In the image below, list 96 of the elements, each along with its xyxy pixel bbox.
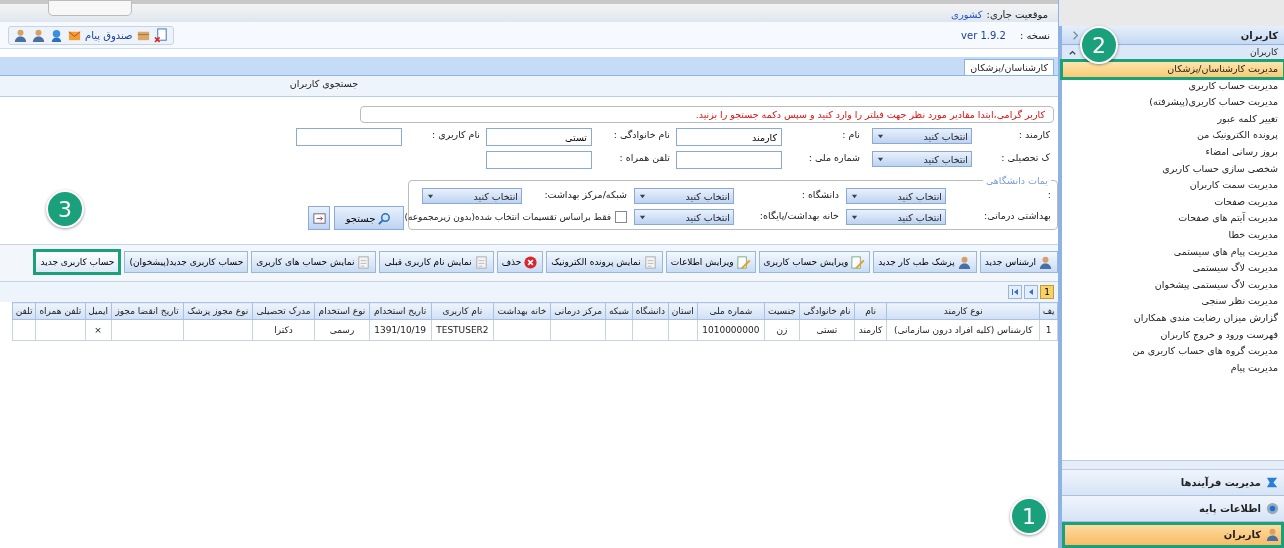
table-cell: زن [764, 319, 800, 341]
column-header[interactable]: مدرک تحصیلی [252, 302, 315, 320]
notice-message: کاربر گرامی،ابتدا مقادیر مورد نظر جهت فیلتر را وارد کنید و سپس دکمه جستجو را بزنید. [360, 106, 1054, 123]
version-value: ver 1.9.2 [961, 29, 1006, 41]
menu-item[interactable]: مدیریت حساب کاربری [1062, 77, 1284, 95]
location-value: کشوری [951, 9, 983, 20]
action-button[interactable]: حذف [496, 251, 544, 273]
menu-item[interactable]: مدیریت نظر سنجی [1062, 293, 1284, 310]
action-button[interactable]: نمایش نام کاربری قبلی [379, 251, 494, 273]
menu-item[interactable]: بروز رسانی امضاء [1062, 143, 1284, 161]
column-header[interactable]: دانشگاه [632, 302, 669, 320]
sidebar-title: کاربران [1240, 29, 1278, 41]
menu-item[interactable]: مدیریت صفحات [1062, 193, 1284, 211]
menu-item[interactable]: مدیریت کارشناسان/پزشکان [1062, 61, 1284, 78]
dropdown[interactable]: انتخاب کنید [846, 209, 946, 225]
field-label: کارمند : [1017, 128, 1050, 140]
column-header[interactable]: تلفن [12, 302, 36, 320]
dropdown[interactable]: انتخاب کنید [634, 188, 734, 204]
table-cell: کارمند [854, 319, 887, 341]
dropdown[interactable]: انتخاب کنید [846, 188, 946, 204]
table-cell: کارشناس (کلیه افراد درون سازمانی) [886, 319, 1040, 341]
field-label: شبکه/مرکز بهداشت: [543, 188, 627, 200]
column-header[interactable]: شماره ملی [697, 302, 765, 320]
table-cell: × [85, 319, 112, 341]
column-header[interactable]: نوع کارمند [886, 302, 1040, 320]
column-header[interactable]: استان [668, 302, 698, 320]
field-label: دانشگاه : [800, 188, 839, 200]
dropdown[interactable]: انتخاب کنید [634, 209, 734, 225]
action-button[interactable]: پزشک طب کار جدید [873, 251, 977, 273]
column-header[interactable]: تاریخ انقضا مجوز [111, 302, 184, 320]
search-button[interactable]: جستجو [334, 206, 404, 230]
menu-item[interactable]: مدیریت حساب کاربری(پیشرفته) [1062, 94, 1284, 111]
action-button[interactable]: نمایش حساب های کاربری [251, 251, 377, 273]
column-header[interactable]: یف [1039, 302, 1058, 320]
menu-item[interactable]: مدیریت آیتم های صفحات [1062, 210, 1284, 227]
field-label: نام خانوادگی : [612, 128, 670, 140]
nav-section[interactable]: مدیریت فرآیندها [1062, 470, 1284, 496]
page-button[interactable]: 1 [1040, 285, 1054, 299]
menu-item[interactable]: مدیریت خطا [1062, 226, 1284, 244]
group-header: کاربران [1250, 47, 1278, 57]
field-label: شماره ملی : [807, 151, 860, 163]
menu-item[interactable]: تغییر کلمه عبور [1062, 110, 1284, 128]
menu-item[interactable]: مدیریت لاگ سیستمی [1062, 260, 1284, 277]
field-label: نام کاربری : [431, 128, 480, 140]
action-button[interactable]: ارشناس جدید [979, 251, 1058, 273]
table-cell: رسمی [314, 319, 370, 341]
table-cell: TESTUSER2 [431, 319, 494, 341]
input-field[interactable]: کارمند [676, 128, 782, 146]
location-label: موقعیت جاری: [986, 9, 1048, 20]
field-label: نام : [841, 128, 860, 140]
dropdown[interactable]: انتخاب کنید [872, 151, 972, 167]
column-header[interactable]: نام خانوادگی [799, 302, 855, 320]
column-header[interactable]: نام [854, 302, 887, 320]
nav-section[interactable]: کاربران [1062, 522, 1284, 548]
table-cell: 1 [1039, 319, 1058, 341]
version-label: نسخه : [1019, 29, 1050, 41]
message-box-link[interactable]: صندوق پیام [85, 29, 133, 41]
action-button[interactable]: حساب کاربری جدید(پیشخوان) [124, 251, 249, 273]
field-label: بهداشتی درمانی: [983, 209, 1051, 221]
tab[interactable]: کارشناسان/پزشکان [964, 59, 1054, 75]
menu-item[interactable]: فهرست ورود و خروج کاربران [1062, 326, 1284, 344]
table-cell: تستی [799, 319, 855, 341]
menu-item[interactable]: پرونده الکترونیک من [1062, 127, 1284, 144]
dropdown[interactable]: انتخاب کنید [872, 128, 972, 144]
column-header[interactable]: شبکه [605, 302, 633, 320]
action-button[interactable]: ویرایش اطلاعات [665, 251, 756, 273]
column-header[interactable]: تاریخ استخدام [369, 302, 432, 320]
dropdown[interactable]: انتخاب کنید [422, 188, 522, 204]
menu-item[interactable]: گزارش میزان رضایت مندی همکاران [1062, 309, 1284, 327]
menu-item[interactable]: مدیریت سمت کاربران [1062, 177, 1284, 194]
column-header[interactable]: نوع مجوز پزشک [183, 302, 253, 320]
column-header[interactable]: نوع استخدام [314, 302, 370, 320]
action-button[interactable]: نمایش پرونده الکترونیک [546, 251, 663, 273]
field-label: خانه بهداشت/پایگاه: [758, 209, 839, 221]
column-header[interactable]: ایمیل [85, 302, 112, 320]
column-header[interactable]: مرکز درمانی [550, 302, 606, 320]
nav-section[interactable]: اطلاعات پایه [1062, 496, 1284, 522]
section-title: جستجوی کاربران [289, 78, 358, 89]
action-button[interactable]: ویرایش حساب کاربری [758, 251, 871, 273]
table-cell: 1010000000 [697, 319, 765, 341]
column-header[interactable]: خانه بهداشت [493, 302, 551, 320]
menu-item[interactable]: مدیریت گروه های حساب کاربری من [1062, 343, 1284, 360]
table-cell: دکترا [252, 319, 315, 341]
table-cell: 1391/10/19 [369, 319, 432, 341]
field-label: : [1046, 188, 1051, 200]
field-label: ک تحصیلی : [1000, 151, 1050, 163]
input-field[interactable]: تستی [486, 128, 592, 146]
action-button[interactable]: حساب کاربری جدید [33, 249, 122, 275]
column-header[interactable]: نام کاربری [431, 302, 494, 320]
menu-item[interactable]: مدیریت لاگ سیستمی پیشخوان [1062, 276, 1284, 294]
field-label: تلفن همراه : [618, 151, 670, 163]
menu-item[interactable]: شخصی سازی حساب کاربری [1062, 160, 1284, 178]
column-header[interactable]: جنسیت [764, 302, 800, 320]
column-header[interactable]: تلفن همراه [35, 302, 86, 320]
menu-item[interactable]: مدیریت پیام [1062, 359, 1284, 377]
menu-item[interactable]: مدیریت پیام های سیستمی [1062, 243, 1284, 261]
